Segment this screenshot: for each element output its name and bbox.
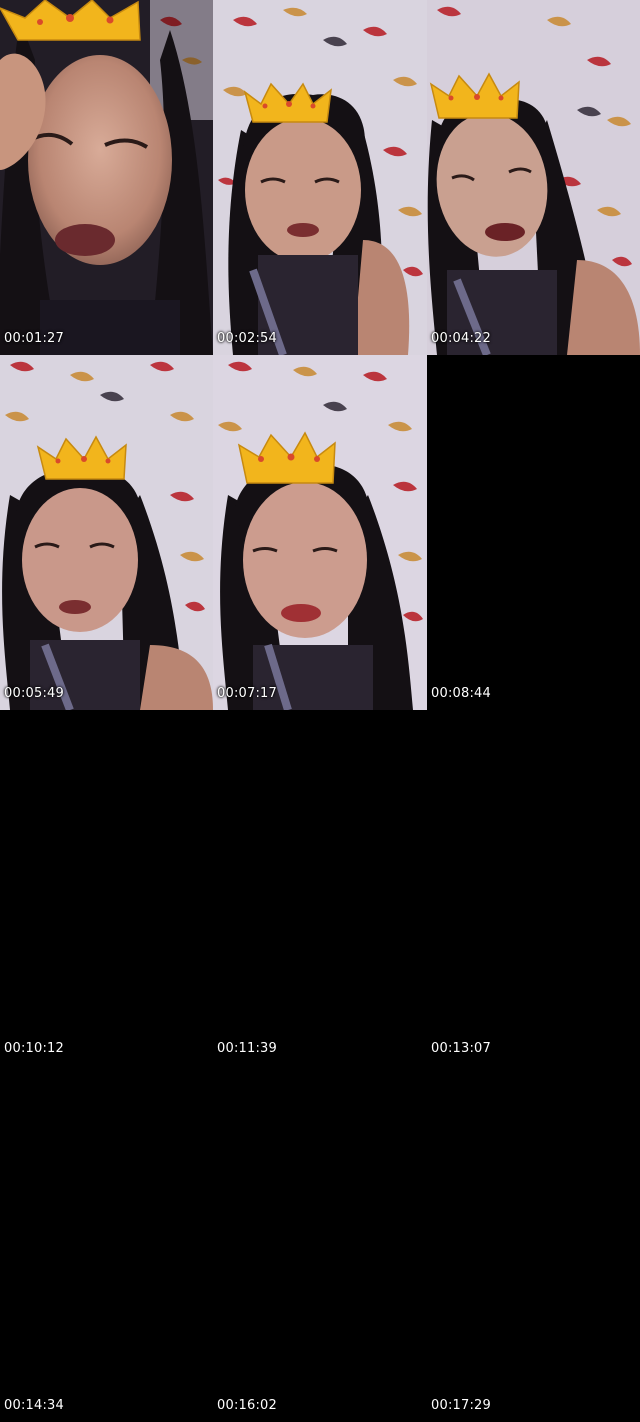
contact-sheet: 00:01:27 00:02:54 00:04:22 00:05:49 00:0… <box>0 0 640 1422</box>
thumbnail-frame-10[interactable]: 00:14:34 <box>0 1065 213 1422</box>
timestamp-label: 00:11:39 <box>217 1041 277 1056</box>
thumbnail-frame-1[interactable]: 00:01:27 <box>0 0 213 355</box>
thumbnail-frame-4[interactable]: 00:05:49 <box>0 355 213 710</box>
thumbnail-frame-9[interactable]: 00:13:07 <box>427 710 640 1065</box>
timestamp-label: 00:02:54 <box>217 331 277 346</box>
portrait-photo <box>0 0 213 355</box>
thumbnail-frame-5[interactable]: 00:07:17 <box>213 355 427 710</box>
portrait-photo <box>213 355 427 710</box>
timestamp-label: 00:05:49 <box>4 686 64 701</box>
timestamp-label: 00:07:17 <box>217 686 277 701</box>
timestamp-label: 00:16:02 <box>217 1398 277 1413</box>
portrait-photo <box>213 0 427 355</box>
thumbnail-frame-8[interactable]: 00:11:39 <box>213 710 427 1065</box>
thumbnail-frame-3[interactable]: 00:04:22 <box>427 0 640 355</box>
portrait-photo <box>427 0 640 355</box>
thumbnail-frame-6[interactable]: 00:08:44 <box>427 355 640 710</box>
thumbnail-frame-7[interactable]: 00:10:12 <box>0 710 213 1065</box>
timestamp-label: 00:01:27 <box>4 331 64 346</box>
portrait-photo <box>0 355 213 710</box>
timestamp-label: 00:17:29 <box>431 1398 491 1413</box>
thumbnail-frame-12[interactable]: 00:17:29 <box>427 1065 640 1422</box>
timestamp-label: 00:13:07 <box>431 1041 491 1056</box>
thumbnail-frame-11[interactable]: 00:16:02 <box>213 1065 427 1422</box>
thumbnail-frame-2[interactable]: 00:02:54 <box>213 0 427 355</box>
timestamp-label: 00:04:22 <box>431 331 491 346</box>
timestamp-label: 00:14:34 <box>4 1398 64 1413</box>
thumbnail-grid: 00:01:27 00:02:54 00:04:22 00:05:49 00:0… <box>0 0 640 1422</box>
timestamp-label: 00:08:44 <box>431 686 491 701</box>
timestamp-label: 00:10:12 <box>4 1041 64 1056</box>
